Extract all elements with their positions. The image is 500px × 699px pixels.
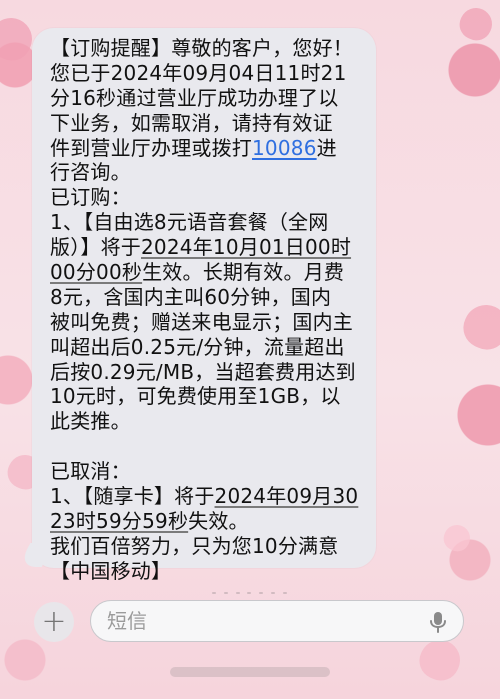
message-line-text: 后按0.29元/MB，当超套费用达到 xyxy=(50,359,356,384)
divider-dot xyxy=(282,592,287,594)
message-line-text: 此类推。 xyxy=(50,409,131,434)
message-line-text: 10元时，可免费使用至1GB，以 xyxy=(50,384,341,409)
message-line: 23时59分59秒失效。 xyxy=(50,509,368,534)
message-line-text: 已订购： xyxy=(50,185,131,210)
date-time-text: 2024年10月01日00时 xyxy=(141,235,352,260)
message-line: 下业务，如需取消，请持有效证 xyxy=(50,111,368,136)
divider-dot xyxy=(247,592,252,594)
message-line-text: 8元，含国内主叫60分钟，国内 xyxy=(50,284,332,309)
message-line: 版）】将于2024年10月01日00时 xyxy=(50,235,368,260)
message-line-text: 行咨询。 xyxy=(50,160,131,185)
message-line: 【中国移动】 xyxy=(50,559,368,584)
message-input-placeholder: 短信 xyxy=(107,609,147,633)
message-composer: + 短信 xyxy=(0,589,500,699)
message-line: 叫超出后0.25元/分钟，流量超出 xyxy=(50,335,368,360)
message-line: 【订购提醒】尊敬的客户，您好！ xyxy=(50,36,368,61)
message-line: 8元，含国内主叫60分钟，国内 xyxy=(50,285,368,310)
message-line-text: 生效。长期有效。月费 xyxy=(142,260,345,285)
message-line: 已取消： xyxy=(50,459,368,484)
message-line: 分16秒通过营业厅成功办理了以 xyxy=(50,86,368,111)
message-line-text: 1、【自由选8元语音套餐（全网 xyxy=(50,210,329,235)
message-line: 1、【自由选8元语音套餐（全网 xyxy=(50,210,368,235)
message-line-text: 【中国移动】 xyxy=(50,558,172,583)
message-text: 【订购提醒】尊敬的客户，您好！ 您已于2024年09月04日11时21 分16秒… xyxy=(50,36,368,584)
message-line-text: 被叫免费；赠送来电显示；国内主 xyxy=(50,309,353,334)
message-line-text: 已取消： xyxy=(50,459,131,484)
wallpaper-petal xyxy=(454,2,498,46)
message-line-text: 我们百倍努力，只为您10分满意 xyxy=(50,533,339,558)
home-indicator xyxy=(170,667,330,677)
message-line-text: 分16秒通过营业厅成功办理了以 xyxy=(50,85,339,110)
divider-dot xyxy=(235,592,240,594)
wallpaper-petal xyxy=(439,520,475,556)
message-line-text: 下业务，如需取消，请持有效证 xyxy=(50,110,333,135)
message-line: 10元时，可免费使用至1GB，以 xyxy=(50,384,368,409)
message-input[interactable]: 短信 xyxy=(90,600,464,642)
divider-dot xyxy=(271,592,276,594)
message-line: 行咨询。 xyxy=(50,160,368,185)
message-line: 后按0.29元/MB，当超套费用达到 xyxy=(50,360,368,385)
message-line: 00分00秒生效。长期有效。月费 xyxy=(50,260,368,285)
phone-link[interactable]: 10086 xyxy=(252,136,317,160)
message-line-text: 版）】将于 xyxy=(50,235,141,260)
message-line-text: 【订购提醒】尊敬的客户，您好！ xyxy=(50,36,353,60)
divider-dot xyxy=(259,592,264,594)
composer-divider-dots xyxy=(212,592,287,595)
plus-icon: + xyxy=(41,604,67,639)
message-line-text: 进 xyxy=(316,135,337,160)
date-time-text: 2024年09月30 xyxy=(214,484,359,509)
date-time-text: 23时59分59秒 xyxy=(50,508,189,533)
message-line: 1、【随享卡】将于2024年09月30 xyxy=(50,484,368,509)
message-line: 被叫免费；赠送来电显示；国内主 xyxy=(50,310,368,335)
message-line-text: 叫超出后0.25元/分钟，流量超出 xyxy=(50,334,345,359)
divider-dot xyxy=(212,592,216,594)
message-line: 件到营业厅办理或拨打10086进 xyxy=(50,136,368,161)
message-line-text: 失效。 xyxy=(188,508,249,533)
message-line: 我们百倍努力，只为您10分满意 xyxy=(50,534,368,559)
message-line-text: 1、【随享卡】将于 xyxy=(50,484,215,509)
message-line-text: 您已于2024年09月04日11时21 xyxy=(50,60,347,85)
add-attachment-button[interactable]: + xyxy=(34,602,74,642)
microphone-icon[interactable] xyxy=(428,610,448,634)
message-line-text: 件到营业厅办理或拨打 xyxy=(50,135,252,160)
message-line: 您已于2024年09月04日11时21 xyxy=(50,61,368,86)
message-line: 已订购： xyxy=(50,185,368,210)
date-time-text: 00分00秒 xyxy=(50,260,143,285)
divider-dot xyxy=(223,592,228,594)
message-line: 此类推。 xyxy=(50,409,368,434)
wallpaper-petal xyxy=(456,297,500,357)
